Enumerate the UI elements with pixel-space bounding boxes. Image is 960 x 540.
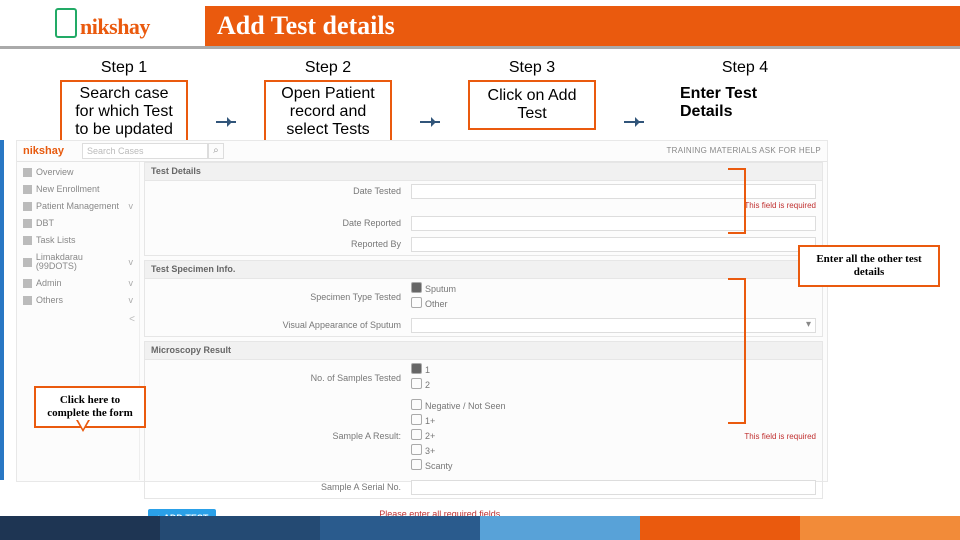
mini-logo: nikshay <box>23 146 64 157</box>
arrow-icon <box>216 121 236 123</box>
card-icon <box>23 219 32 228</box>
sidebar-item-tasks[interactable]: Task Lists <box>17 232 139 249</box>
radio-sputum[interactable]: Sputum <box>411 282 456 294</box>
ss-topbar: nikshay Search Cases ⌕ TRAINING MATERIAL… <box>17 141 827 162</box>
error-text: This field is required <box>145 202 822 213</box>
brace-icon <box>728 168 746 234</box>
top-links[interactable]: TRAINING MATERIALS ASK FOR HELP <box>666 147 821 155</box>
gear-icon <box>23 279 32 288</box>
radio-3p[interactable]: 3+ <box>411 444 506 456</box>
search-icon[interactable]: ⌕ <box>208 143 224 159</box>
field-label: Reported By <box>151 240 411 249</box>
arrow-icon <box>624 121 644 123</box>
plus-icon <box>23 185 32 194</box>
error-text: This field is required <box>744 433 816 441</box>
step-label: Step 4 <box>722 59 768 77</box>
step-box: Enter Test Details <box>672 80 818 126</box>
arrow-icon <box>420 121 440 123</box>
field-label: Visual Appearance of Sputum <box>151 321 411 330</box>
user-icon <box>23 202 32 211</box>
sidebar-item-others[interactable]: Othersv <box>17 292 139 309</box>
field-label: Date Tested <box>151 187 411 196</box>
date-tested-input[interactable] <box>411 184 816 199</box>
chevron-down-icon: v <box>129 258 134 267</box>
logo: nikshay <box>55 8 150 38</box>
logo-area: nikshay <box>0 0 205 46</box>
radio-neg[interactable]: Negative / Not Seen <box>411 399 506 411</box>
radio-samples-1[interactable]: 1 <box>411 363 430 375</box>
radio-1p[interactable]: 1+ <box>411 414 506 426</box>
dots-icon <box>23 296 32 305</box>
field-label: Sample A Serial No. <box>151 483 411 492</box>
sidebar-item-enrollment[interactable]: New Enrollment <box>17 181 139 198</box>
serial-input[interactable] <box>411 480 816 495</box>
step-box: Click on Add Test <box>468 80 596 130</box>
accent-bar <box>0 140 4 480</box>
sidebar-item-user[interactable]: Limakdarau (99DOTS)v <box>17 249 139 275</box>
sidebar-item-admin[interactable]: Adminv <box>17 275 139 292</box>
radio-scanty[interactable]: Scanty <box>411 459 506 471</box>
sidebar-item-overview[interactable]: Overview <box>17 164 139 181</box>
app-screenshot: nikshay Search Cases ⌕ TRAINING MATERIAL… <box>16 140 828 482</box>
avatar-icon <box>23 258 32 267</box>
radio-2p[interactable]: 2+ <box>411 429 506 441</box>
step-label: Step 2 <box>305 59 351 77</box>
step-label: Step 3 <box>509 59 555 77</box>
step-label: Step 1 <box>101 59 147 77</box>
chevron-down-icon: v <box>129 202 134 211</box>
chevron-down-icon: v <box>129 279 134 288</box>
top-bar: nikshay Add Test details <box>0 0 960 49</box>
panel-header: Microscopy Result <box>145 342 822 360</box>
radio-samples-2[interactable]: 2 <box>411 378 430 390</box>
field-label: No. of Samples Tested <box>151 374 411 383</box>
search-input[interactable]: Search Cases <box>82 143 208 159</box>
panel-microscopy: Microscopy Result No. of Samples Tested … <box>144 341 823 499</box>
logo-text: nikshay <box>80 14 150 39</box>
footer-stripe <box>0 516 960 540</box>
field-label: Date Reported <box>151 219 411 228</box>
callout-enter-other: Enter all the other test details <box>798 245 940 287</box>
field-label: Sample A Result: <box>151 432 411 441</box>
phone-icon <box>55 8 77 38</box>
reported-by-input[interactable] <box>411 237 816 252</box>
field-label: Specimen Type Tested <box>151 293 411 302</box>
brace-icon <box>728 278 746 424</box>
sidebar-item-dbt[interactable]: DBT <box>17 215 139 232</box>
sidebar-item-patient[interactable]: Patient Managementv <box>17 198 139 215</box>
panel-test-details: Test Details Date Tested This field is r… <box>144 162 823 256</box>
panel-header: Test Details <box>145 163 822 181</box>
callout-complete-form: Click here to complete the form <box>34 386 146 428</box>
gauge-icon <box>23 168 32 177</box>
main-area: Test Details Date Tested This field is r… <box>140 162 827 480</box>
visual-select[interactable]: ▾ <box>411 318 816 333</box>
chevron-down-icon: v <box>129 296 134 305</box>
radio-other[interactable]: Other <box>411 297 456 309</box>
panel-specimen: Test Specimen Info. Specimen Type Tested… <box>144 260 823 337</box>
list-icon <box>23 236 32 245</box>
collapse-icon[interactable]: < <box>17 309 139 331</box>
step-box: Search case for which Test to be updated <box>60 80 188 144</box>
date-reported-input[interactable] <box>411 216 816 231</box>
panel-header: Test Specimen Info. <box>145 261 822 279</box>
page-title: Add Test details <box>205 6 960 46</box>
